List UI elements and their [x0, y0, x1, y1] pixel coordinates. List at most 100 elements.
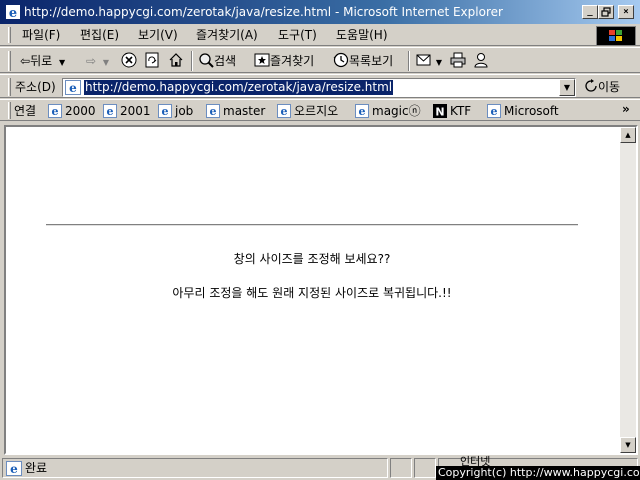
- favorites-button[interactable]: 즐겨찾기: [254, 52, 314, 70]
- messenger-person-icon: [474, 53, 488, 68]
- link-master[interactable]: e master: [206, 103, 265, 119]
- menu-tools[interactable]: 도구(T): [278, 27, 317, 43]
- svg-text:e: e: [210, 105, 217, 118]
- restore-button[interactable]: [598, 5, 614, 19]
- menu-bar: 파일(F) 편집(E) 보기(V) 즐겨찾기(A) 도구(T) 도움말(H): [0, 24, 640, 46]
- address-dropdown-button[interactable]: ▼: [559, 79, 575, 96]
- scroll-down-button[interactable]: ▼: [620, 437, 636, 453]
- svg-text:e: e: [359, 105, 366, 118]
- svg-text:e: e: [10, 462, 18, 476]
- address-label: 주소(D): [15, 80, 56, 94]
- address-grip[interactable]: [8, 78, 11, 96]
- toolbar-separator: [191, 51, 193, 71]
- messenger-button[interactable]: [473, 52, 489, 70]
- home-icon: [169, 53, 183, 67]
- address-bar: 주소(D) e http://demo.happycgi.com/zerotak…: [0, 74, 640, 98]
- history-icon: [333, 52, 349, 68]
- vertical-scrollbar[interactable]: ▲ ▼: [620, 127, 636, 453]
- address-combobox[interactable]: e http://demo.happycgi.com/zerotak/java/…: [62, 78, 576, 97]
- link-microsoft[interactable]: e Microsoft: [487, 103, 559, 119]
- arrow-up-icon: ▲: [625, 131, 631, 139]
- status-pane-3: [414, 458, 436, 478]
- back-button[interactable]: ⇦뒤로 ▼: [20, 52, 65, 70]
- ie-page-icon: e: [277, 104, 291, 118]
- print-button[interactable]: [450, 52, 466, 70]
- links-bar: 연결 e 2000 e 2001 e job e master e 오르지오 e magic…: [0, 99, 640, 121]
- toolbar-separator: [408, 51, 410, 71]
- link-label: master: [223, 104, 266, 118]
- history-button[interactable]: 목록보기: [333, 52, 393, 70]
- svg-text:e: e: [9, 6, 17, 20]
- page-message-1: 창의 사이즈를 조정해 보세요??: [233, 252, 391, 266]
- menu-favorites[interactable]: 즐겨찾기(A): [196, 27, 258, 43]
- links-more-chevron[interactable]: »: [622, 102, 630, 116]
- scroll-up-button[interactable]: ▲: [620, 127, 636, 143]
- windows-flag-icon: [609, 30, 622, 41]
- ie-page-icon: e: [355, 104, 369, 118]
- svg-text:e: e: [281, 105, 288, 118]
- link-2000[interactable]: e 2000: [48, 103, 96, 119]
- search-button[interactable]: 검색: [198, 52, 236, 70]
- status-pane-2: [390, 458, 412, 478]
- menu-help[interactable]: 도움말(H): [336, 27, 388, 43]
- go-arrow-icon: [585, 79, 597, 92]
- link-magicn[interactable]: e magicⓝ: [355, 103, 421, 119]
- link-label: KTF: [450, 104, 472, 118]
- menu-view[interactable]: 보기(V): [138, 27, 178, 43]
- n-logo-icon: N: [433, 104, 447, 118]
- svg-text:e: e: [69, 81, 77, 95]
- go-button[interactable]: 이동: [584, 79, 620, 95]
- ie-page-icon: e: [103, 104, 117, 118]
- link-label: job: [175, 104, 194, 118]
- link-ktf[interactable]: N KTF: [433, 103, 471, 119]
- link-label: magicⓝ: [372, 104, 421, 118]
- svg-text:N: N: [435, 106, 444, 119]
- link-orgio[interactable]: e 오르지오: [277, 103, 338, 119]
- refresh-icon: [145, 52, 159, 68]
- arrow-down-icon: ▼: [625, 441, 631, 449]
- close-button[interactable]: ×: [618, 5, 634, 19]
- menu-file[interactable]: 파일(F): [22, 27, 60, 43]
- horizontal-rule: [46, 224, 578, 226]
- link-2001[interactable]: e 2001: [103, 103, 151, 119]
- title-bar[interactable]: e http://demo.happycgi.com/zerotak/java/…: [0, 0, 640, 24]
- page-icon: e: [65, 80, 81, 95]
- toolbar-grip[interactable]: [8, 51, 11, 71]
- chevron-down-icon: ▼: [563, 83, 571, 92]
- ie-page-icon: e: [48, 104, 62, 118]
- search-label: 검색: [214, 54, 237, 68]
- links-label: 연결: [14, 104, 37, 118]
- refresh-button[interactable]: [145, 52, 159, 70]
- stop-icon: [121, 52, 137, 68]
- link-label: 2000: [65, 104, 96, 118]
- address-input[interactable]: [84, 80, 556, 95]
- go-label: 이동: [598, 80, 621, 94]
- mail-icon: [416, 54, 431, 66]
- menu-grip[interactable]: [8, 27, 11, 43]
- standard-toolbar: ⇦뒤로 ▼ ⇨ ▼ 검색 즐겨찾기 목록보기 ▼: [0, 47, 640, 73]
- back-dropdown-icon[interactable]: ▼: [59, 58, 65, 67]
- menu-edit[interactable]: 편집(E): [80, 27, 119, 43]
- forward-arrow-icon: ⇨: [86, 54, 97, 68]
- copyright-overlay: Copyright(c) http://www.happycgi.com: [436, 466, 640, 480]
- restore-icon: [601, 7, 611, 17]
- back-arrow-icon: ⇦: [20, 54, 31, 68]
- link-job[interactable]: e job: [158, 103, 193, 119]
- forward-button[interactable]: ⇨ ▼: [86, 52, 109, 70]
- links-grip[interactable]: [8, 102, 11, 119]
- favorites-label: 즐겨찾기: [270, 54, 315, 68]
- mail-dropdown-icon[interactable]: ▼: [436, 58, 442, 67]
- ie-page-icon: e: [158, 104, 172, 118]
- svg-text:e: e: [52, 105, 59, 118]
- page-done-icon: e: [6, 461, 22, 476]
- history-label: 목록보기: [349, 54, 394, 68]
- mail-button[interactable]: ▼: [416, 52, 442, 70]
- stop-button[interactable]: [121, 52, 137, 70]
- home-button[interactable]: [168, 52, 184, 70]
- svg-text:e: e: [491, 105, 498, 118]
- forward-dropdown-icon[interactable]: ▼: [103, 58, 109, 67]
- minimize-button[interactable]: _: [582, 5, 598, 19]
- ie-logo-icon: e: [6, 5, 20, 20]
- svg-text:e: e: [162, 105, 169, 118]
- search-icon: [199, 53, 214, 68]
